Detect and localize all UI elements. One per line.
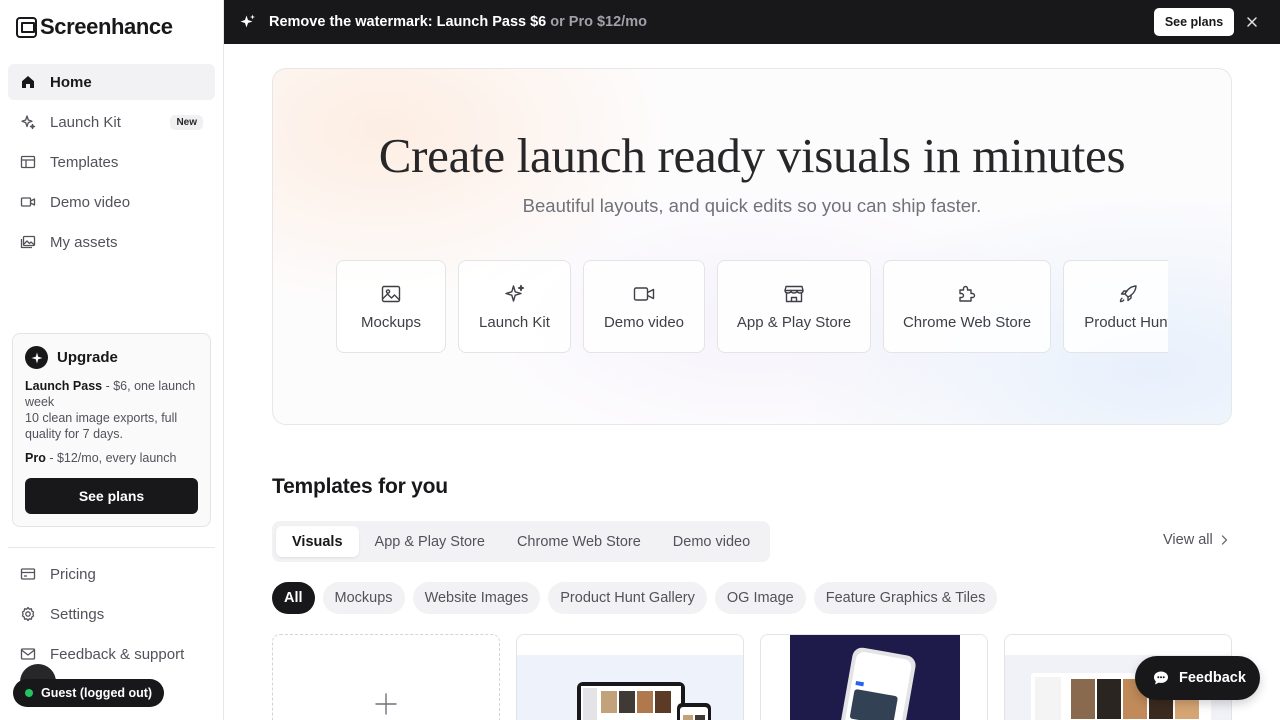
nav-item-label: Demo video: [50, 193, 131, 211]
sidebar-divider: [8, 547, 215, 548]
credit-card-icon: [20, 568, 36, 580]
nav-item-label: Pricing: [50, 565, 96, 583]
feedback-label: Feedback: [1179, 670, 1246, 686]
image-icon: [381, 285, 401, 303]
nav-item-demo-video[interactable]: Demo video: [8, 184, 215, 220]
launch-pass-info: Launch Pass - $6, one launch week: [25, 379, 196, 409]
nav-item-label: Settings: [50, 605, 105, 623]
app-name: Screenhance: [40, 14, 173, 39]
sparkles-icon: [21, 115, 36, 130]
filter-chip-product-hunt-gallery[interactable]: Product Hunt Gallery: [548, 582, 707, 614]
home-icon: [22, 76, 34, 88]
images-icon: [20, 235, 36, 249]
template-thumbnail: [517, 655, 743, 720]
nav-item-label: Templates: [50, 153, 119, 171]
chat-bubble-icon: [1154, 671, 1168, 685]
card-label: Product Hunt: [1084, 314, 1168, 331]
nav-item-label: Home: [50, 73, 92, 91]
tab-visuals[interactable]: Visuals: [276, 526, 359, 557]
main-nav: Home Launch Kit New Templates Demo video…: [8, 64, 215, 264]
nav-item-templates[interactable]: Templates: [8, 144, 215, 180]
card-launch-kit[interactable]: Launch Kit: [458, 260, 571, 353]
hero-subtitle: Beautiful layouts, and quick edits so yo…: [522, 195, 982, 216]
banner-message: Remove the watermark: Launch Pass $6 or …: [269, 14, 647, 30]
puzzle-icon: [959, 285, 976, 302]
view-all-label: View all: [1163, 532, 1213, 548]
sparkles-icon: [504, 284, 524, 302]
filter-chip-feature-graphics[interactable]: Feature Graphics & Tiles: [813, 582, 998, 614]
card-label: Mockups: [360, 314, 422, 331]
nav-item-settings[interactable]: Settings: [8, 596, 215, 632]
rocket-icon: [1119, 285, 1137, 303]
gear-icon: [21, 606, 35, 622]
filter-chip-website-images[interactable]: Website Images: [412, 582, 541, 614]
templates-icon: [20, 155, 36, 169]
hero-title: Create launch ready visuals in minutes: [378, 128, 1126, 183]
banner-see-plans-button[interactable]: See plans: [1154, 8, 1234, 36]
card-label: Launch Kit: [479, 314, 550, 331]
new-badge: New: [170, 114, 203, 130]
nav-item-my-assets[interactable]: My assets: [8, 224, 215, 260]
view-all-link[interactable]: View all: [1163, 532, 1229, 548]
sparkles-icon: [239, 13, 257, 31]
tab-demo-video[interactable]: Demo video: [657, 526, 766, 557]
watermark-banner: Remove the watermark: Launch Pass $6 or …: [224, 0, 1280, 44]
nav-item-launch-kit[interactable]: Launch Kit New: [8, 104, 215, 140]
nav-item-label: My assets: [50, 233, 118, 251]
launch-pass-detail: 10 clean image exports, full quality for…: [25, 411, 178, 441]
template-thumbnail: [761, 635, 987, 720]
mail-icon: [20, 648, 36, 660]
template-card-laptop-mockup[interactable]: [516, 634, 744, 720]
card-label: App & Play Store: [736, 314, 852, 331]
nav-item-label: Feedback & support: [50, 645, 185, 663]
nav-item-pricing[interactable]: Pricing: [8, 556, 215, 592]
app-logo[interactable]: Screenhance: [16, 14, 173, 40]
nav-item-label: Launch Kit: [50, 113, 121, 131]
upgrade-card: Upgrade Launch Pass - $6, one launch wee…: [12, 333, 211, 527]
bottom-nav: Pricing Settings Feedback & support: [8, 556, 215, 676]
chevron-right-icon: [1221, 535, 1227, 545]
filter-chip-mockups[interactable]: Mockups: [322, 582, 405, 614]
tab-chrome-web-store[interactable]: Chrome Web Store: [501, 526, 657, 557]
logo-icon: [16, 16, 37, 38]
pro-plan-info: Pro - $12/mo, every launch: [25, 451, 177, 465]
template-filters: All Mockups Website Images Product Hunt …: [272, 582, 998, 614]
category-cards: Mockups Launch Kit Demo video App & Play…: [336, 260, 1168, 354]
filter-chip-all[interactable]: All: [272, 582, 315, 614]
card-label: Demo video: [603, 314, 685, 331]
card-chrome-web-store[interactable]: Chrome Web Store: [883, 260, 1051, 353]
see-plans-button[interactable]: See plans: [25, 478, 198, 514]
guest-status-pill[interactable]: Guest (logged out): [13, 679, 165, 707]
hero-panel: Create launch ready visuals in minutes B…: [272, 68, 1232, 425]
card-demo-video[interactable]: Demo video: [583, 260, 705, 353]
card-mockups[interactable]: Mockups: [336, 260, 446, 353]
store-icon: [784, 285, 804, 303]
card-label: Chrome Web Store: [902, 314, 1032, 331]
filter-chip-og-image[interactable]: OG Image: [714, 582, 806, 614]
status-dot-icon: [25, 689, 33, 697]
card-app-play-store[interactable]: App & Play Store: [717, 260, 871, 353]
tab-app-play-store[interactable]: App & Play Store: [359, 526, 501, 557]
template-tabs: Visuals App & Play Store Chrome Web Stor…: [272, 521, 771, 562]
plus-icon: [375, 693, 397, 715]
upgrade-title: Upgrade: [57, 349, 118, 366]
new-template-card[interactable]: [272, 634, 500, 720]
feedback-button[interactable]: Feedback: [1135, 656, 1260, 700]
template-card-phone-mockup[interactable]: [760, 634, 988, 720]
sidebar: Screenhance Home Launch Kit New Template…: [0, 0, 224, 720]
sparkle-icon: [25, 346, 48, 369]
guest-label: Guest (logged out): [41, 686, 153, 700]
video-icon: [633, 287, 655, 301]
templates-section-title: Templates for you: [272, 475, 448, 498]
card-product-hunt[interactable]: Product Hunt: [1063, 260, 1168, 353]
video-icon: [20, 197, 36, 207]
nav-item-home[interactable]: Home: [8, 64, 215, 100]
close-icon[interactable]: [1244, 14, 1260, 30]
